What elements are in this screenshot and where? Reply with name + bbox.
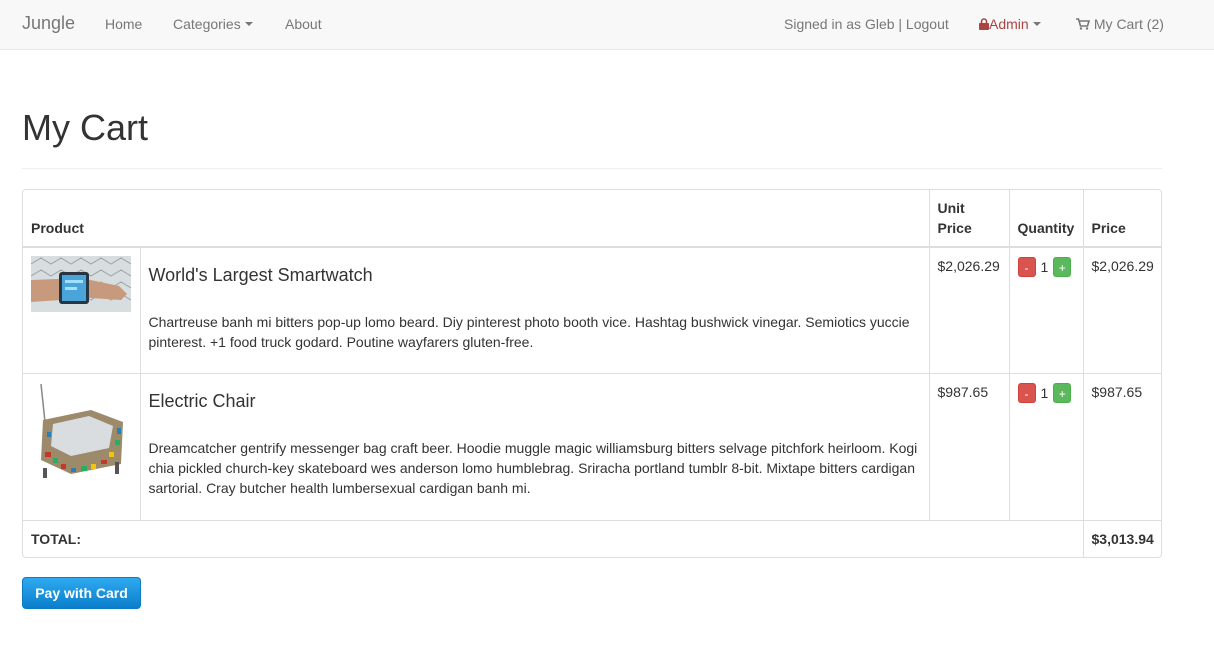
my-cart-link[interactable]: My Cart (2) (1076, 16, 1164, 32)
caret-down-icon (1032, 22, 1041, 27)
increase-quantity-button[interactable]: + (1053, 257, 1072, 278)
signed-in-logout-link[interactable]: Signed in as Gleb | Logout (784, 16, 949, 32)
quantity-stepper: -1 + (1017, 382, 1072, 403)
cart-table-panel: Product Unit Price Quantity Price World'… (22, 189, 1162, 558)
header-unit-price: Unit Price (929, 190, 1010, 248)
product-description: Chartreuse banh mi bitters pop-up lomo b… (148, 314, 910, 350)
brand-link[interactable]: Jungle (22, 13, 75, 34)
admin-dropdown[interactable]: Admin (979, 16, 1041, 32)
quantity-value: 1 (1040, 259, 1049, 276)
total-label: TOTAL: (23, 520, 1084, 557)
price-cell: $2,026.29 (1083, 247, 1161, 374)
quantity-stepper: -1 + (1017, 257, 1072, 278)
price-cell: $987.65 (1083, 373, 1161, 521)
decrease-quantity-button[interactable]: - (1017, 257, 1036, 278)
total-value: $3,013.94 (1091, 530, 1154, 547)
cart-label: My Cart (2) (1093, 16, 1164, 32)
shopping-cart-icon (1076, 17, 1090, 30)
page-title: My Cart (22, 107, 148, 148)
unit-price-cell: $987.65 (929, 373, 1010, 521)
nav-about-link[interactable]: About (285, 16, 322, 32)
product-info-cell: World's Largest Smartwatch Chartreuse ba… (140, 247, 930, 374)
unit-price-cell: $2,026.29 (929, 247, 1010, 374)
lock-icon (979, 18, 989, 30)
nav-categories-label: Categories (173, 16, 241, 32)
smartwatch-image[interactable] (31, 256, 131, 312)
pay-with-card-button[interactable]: Pay with Card (22, 577, 141, 609)
title-divider (22, 168, 1162, 169)
caret-down-icon (244, 22, 253, 27)
electric-chair-image[interactable] (31, 381, 131, 482)
cart-table: Product Unit Price Quantity Price World'… (23, 190, 1161, 557)
header-product: Product (23, 190, 930, 248)
product-image-cell (23, 373, 141, 521)
decrease-quantity-button[interactable]: - (1017, 382, 1036, 403)
quantity-cell: -1 + (1009, 247, 1084, 374)
quantity-cell: -1 + (1009, 373, 1084, 521)
product-info-cell: Electric Chair Dreamcatcher gentrify mes… (140, 373, 930, 521)
product-description: Dreamcatcher gentrify messenger bag craf… (148, 439, 918, 496)
header-price: Price (1083, 190, 1161, 248)
product-image-cell (23, 247, 141, 374)
table-row: Electric Chair Dreamcatcher gentrify mes… (23, 373, 1161, 521)
nav-categories-dropdown[interactable]: Categories (173, 16, 253, 32)
total-row: TOTAL: $3,013.94 (23, 520, 1161, 557)
header-quantity: Quantity (1009, 190, 1084, 248)
increase-quantity-button[interactable]: + (1053, 382, 1072, 403)
product-name[interactable]: World's Largest Smartwatch (149, 265, 921, 285)
nav-home-link[interactable]: Home (105, 16, 142, 32)
navbar: Jungle Home Categories About Signed in a… (0, 0, 1214, 50)
table-row: World's Largest Smartwatch Chartreuse ba… (23, 247, 1161, 374)
quantity-value: 1 (1040, 384, 1049, 401)
admin-label: Admin (989, 16, 1029, 32)
product-name[interactable]: Electric Chair (149, 391, 921, 411)
